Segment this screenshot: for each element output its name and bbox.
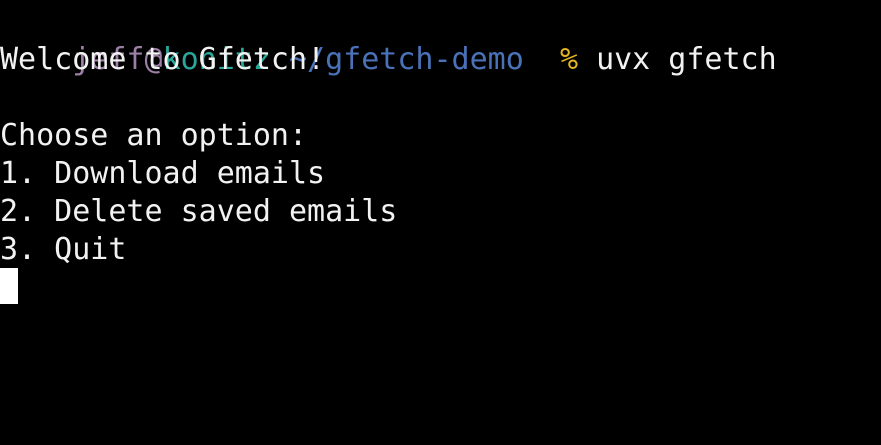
prompt-line: jeff@konitz ~/gfetch-demo % uvx gfetch [0,3,776,77]
terminal-window[interactable]: jeff@konitz ~/gfetch-demo % uvx gfetch W… [0,0,881,445]
prompt-command: uvx gfetch [596,42,777,77]
welcome-message: Welcome to Gfetch! [0,42,326,77]
prompt-symbol: % [559,42,578,77]
menu-option-delete: 2. Delete saved emails [0,194,398,229]
text-cursor[interactable] [0,268,18,304]
menu-title: Choose an option: [0,118,308,153]
menu-option-quit: 3. Quit [0,232,127,267]
menu-option-download: 1. Download emails [0,156,326,191]
